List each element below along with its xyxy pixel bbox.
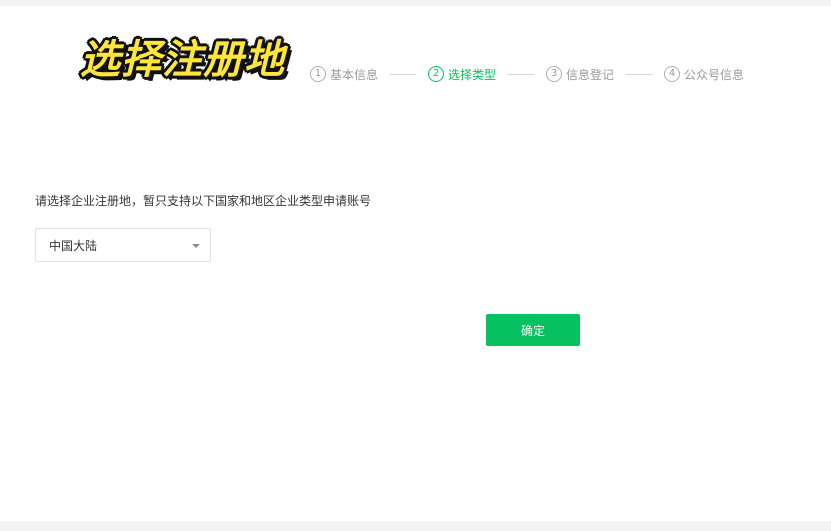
step-label-select-type: 选择类型 bbox=[448, 67, 497, 82]
caret-down-icon bbox=[192, 244, 200, 248]
step-number-2: 2 bbox=[428, 66, 445, 82]
region-select-value: 中国大陆 bbox=[49, 238, 98, 253]
progress-steps: 1 基本信息 2 选择类型 3 信息登记 4 公众号信息 bbox=[310, 65, 744, 83]
region-prompt: 请选择企业注册地，暂只支持以下国家和地区企业类型申请账号 bbox=[35, 194, 372, 208]
step-label-account-info: 公众号信息 bbox=[684, 67, 745, 82]
step-account-info: 4 公众号信息 bbox=[664, 66, 744, 83]
step-number-4: 4 bbox=[664, 66, 681, 82]
step-connector bbox=[626, 73, 653, 75]
step-label-basic-info: 基本信息 bbox=[330, 67, 379, 82]
step-label-info-registration: 信息登记 bbox=[566, 67, 615, 82]
step-basic-info: 1 基本信息 bbox=[310, 66, 378, 83]
step-number-3: 3 bbox=[546, 66, 563, 82]
step-info-registration: 3 信息登记 bbox=[546, 66, 614, 83]
step-connector bbox=[508, 73, 535, 75]
overlay-caption: 选择注册地 bbox=[80, 37, 285, 83]
confirm-button[interactable]: 确定 bbox=[486, 314, 580, 346]
region-select[interactable]: 中国大陆 bbox=[35, 228, 211, 262]
step-number-1: 1 bbox=[310, 66, 326, 82]
step-select-type: 2 选择类型 bbox=[428, 66, 496, 83]
step-connector bbox=[390, 73, 417, 75]
